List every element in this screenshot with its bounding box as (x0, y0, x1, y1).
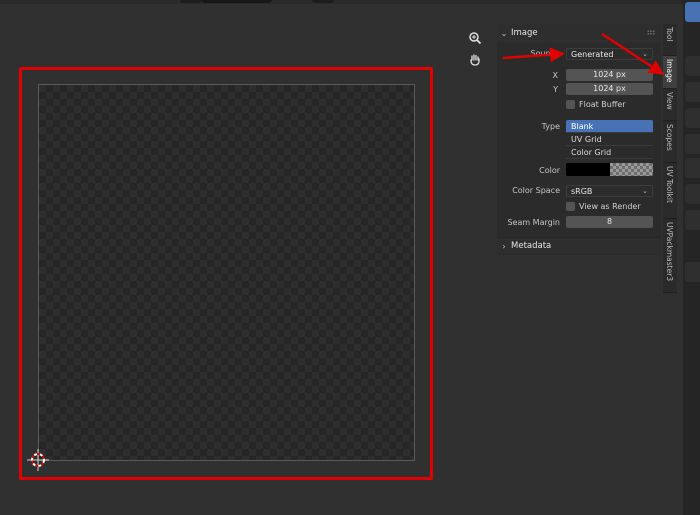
color-space-value: sRGB (571, 187, 593, 196)
header-strip (0, 0, 700, 4)
tab-label: UV Toolkit (665, 166, 674, 203)
seam-margin-label: Seam Margin (507, 218, 560, 227)
tab-label: View (665, 92, 674, 110)
panel-title: Image (511, 28, 538, 38)
tab-label: UVPackmaster3 (665, 222, 674, 282)
grab-tool-icon[interactable] (685, 210, 700, 230)
color-swatch[interactable] (566, 163, 653, 176)
metadata-panel-header[interactable]: › Metadata (497, 237, 661, 254)
source-label: Source (530, 49, 558, 58)
2d-cursor-icon[interactable] (27, 449, 49, 471)
zoom-icon[interactable] (465, 28, 485, 48)
float-buffer-label: Float Buffer (579, 100, 626, 109)
type-option-blank[interactable]: Blank (566, 120, 653, 133)
header-segment[interactable] (180, 0, 202, 3)
color-space-dropdown[interactable]: sRGB ⌄ (566, 185, 653, 197)
checkbox[interactable] (566, 100, 575, 109)
chevron-down-icon: ⌄ (642, 50, 648, 58)
type-option-color-grid[interactable]: Color Grid (566, 146, 653, 159)
tab-uv-toolkit[interactable]: UV Toolkit (663, 163, 677, 219)
drag-grip-icon[interactable] (647, 30, 655, 35)
tool-shelf (683, 0, 700, 515)
select-box-icon[interactable] (685, 2, 700, 22)
type-label: Type (541, 122, 560, 131)
chevron-down-icon: ⌄ (642, 187, 648, 195)
view-as-render-label: View as Render (579, 202, 641, 211)
tab-view[interactable]: View (663, 89, 677, 121)
color-label: Color (539, 166, 560, 175)
tab-tool[interactable]: Tool (663, 24, 677, 56)
move-tool-icon[interactable] (685, 82, 700, 102)
y-label: Y (553, 85, 558, 94)
header-segment[interactable] (202, 0, 272, 3)
tab-image[interactable]: Image (663, 56, 677, 89)
x-label: X (552, 71, 558, 80)
rip-tool-icon[interactable] (685, 262, 700, 282)
annotation-highlight-box (19, 67, 433, 480)
tab-uvpackmaster3[interactable]: UVPackmaster3 (663, 219, 677, 293)
tab-scopes[interactable]: Scopes (663, 121, 677, 163)
cursor-tool-icon[interactable] (685, 56, 700, 76)
header-segment[interactable] (312, 0, 334, 3)
view-as-render-checkbox[interactable]: View as Render (566, 202, 641, 211)
image-panel-header[interactable]: ⌄ Image (497, 24, 661, 42)
color-space-label: Color Space (512, 186, 560, 195)
source-value: Generated (571, 50, 614, 59)
source-dropdown[interactable]: Generated ⌄ (566, 48, 653, 60)
checkbox[interactable] (566, 202, 575, 211)
chevron-down-icon: ⌄ (500, 28, 508, 38)
scale-tool-icon[interactable] (685, 134, 700, 154)
rotate-tool-icon[interactable] (685, 108, 700, 128)
hand-pan-icon[interactable] (465, 50, 485, 70)
chevron-right-icon: › (502, 241, 506, 251)
type-option-uv-grid[interactable]: UV Grid (566, 133, 653, 146)
float-buffer-checkbox[interactable]: Float Buffer (566, 100, 626, 109)
color-alpha (610, 163, 653, 176)
tab-label: Image (665, 59, 674, 83)
transform-tool-icon[interactable] (685, 158, 700, 178)
tab-label: Tool (665, 27, 674, 42)
annotate-tool-icon[interactable] (685, 184, 700, 204)
tab-label: Scopes (665, 124, 674, 151)
y-size-field[interactable]: 1024 px (566, 83, 653, 95)
metadata-title: Metadata (511, 241, 552, 251)
image-editor: ⌄ Image Source Generated ⌄ X 1024 px Y 1… (0, 0, 700, 515)
seam-margin-field[interactable]: 8 (566, 216, 653, 228)
type-options-list: Blank UV Grid Color Grid (566, 120, 653, 159)
x-size-field[interactable]: 1024 px (566, 69, 653, 81)
color-solid (566, 163, 610, 176)
